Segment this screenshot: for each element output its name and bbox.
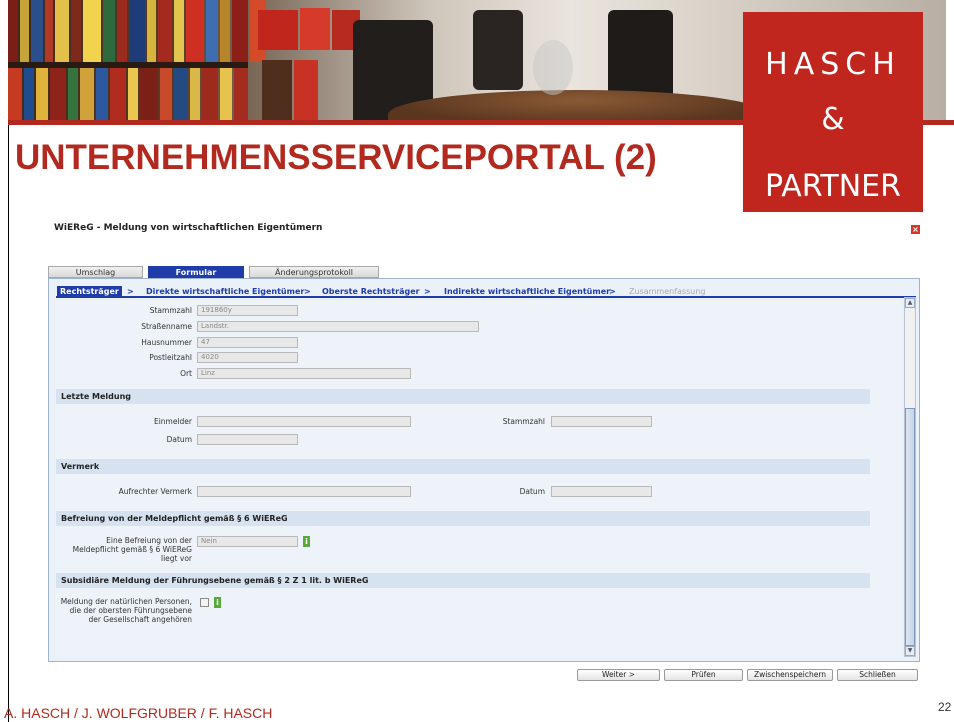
aufrechter-vermerk-label: Aufrechter Vermerk — [118, 487, 192, 496]
logo-line-ampersand: & — [821, 102, 845, 137]
breadcrumb-indirekte-eigentuemer[interactable]: Indirekte wirtschaftliche Eigentümer — [444, 287, 610, 296]
stammzahl-label: Stammzahl — [149, 306, 192, 315]
vermerk-datum-field[interactable] — [551, 486, 652, 497]
slide-title: UNTERNEHMENSSERVICEPORTAL (2) — [15, 138, 657, 177]
vermerk-datum-label: Datum — [519, 487, 545, 496]
breadcrumb-separator: > — [304, 287, 311, 296]
postleitzahl-field[interactable]: 4020 — [197, 352, 298, 363]
subsidiaer-label-line2: die der obersten Führungsebene — [69, 606, 192, 615]
breadcrumb-separator: > — [127, 287, 134, 296]
section-befreiung: Befreiung von der Meldepflicht gemäß § 6… — [56, 511, 870, 526]
stammzahl-field[interactable]: 191860y — [197, 305, 298, 316]
subsidiaer-label-line1: Meldung der natürlichen Personen, — [60, 597, 192, 606]
hausnummer-field[interactable]: 47 — [197, 337, 298, 348]
letzte-meldung-datum-field[interactable] — [197, 434, 298, 445]
schliessen-button[interactable]: Schließen — [837, 669, 918, 681]
befreiung-label-line1: Eine Befreiung von der — [106, 536, 192, 545]
tab-aenderungsprotokoll[interactable]: Änderungsprotokoll — [249, 266, 379, 278]
section-vermerk: Vermerk — [56, 459, 870, 474]
scroll-down-icon[interactable]: ▼ — [905, 646, 915, 656]
hausnummer-label: Hausnummer — [141, 338, 192, 347]
befreiung-label-line2: Meldepflicht gemäß § 6 WiEReG — [72, 545, 192, 554]
tab-formular[interactable]: Formular — [148, 266, 244, 278]
zwischenspeichern-button[interactable]: Zwischenspeichern — [747, 669, 833, 681]
company-logo: HASCH & PARTNER — [743, 12, 923, 212]
befreiung-select[interactable]: Nein — [197, 536, 298, 547]
page-number: 22 — [938, 700, 952, 714]
einmelder-field[interactable] — [197, 416, 411, 427]
letzte-meldung-stammzahl-field[interactable] — [551, 416, 652, 427]
logo-line-hasch: HASCH — [765, 47, 901, 82]
subsidiaer-label-line3: der Gesellschaft angehören — [88, 615, 192, 624]
ort-label: Ort — [180, 369, 192, 378]
letzte-meldung-stammzahl-label: Stammzahl — [502, 417, 545, 426]
strassenname-label: Straßenname — [141, 322, 192, 331]
breadcrumb-rechtstraeger[interactable]: Rechtsträger — [57, 286, 122, 297]
breadcrumb-separator: > — [424, 287, 431, 296]
info-icon[interactable]: i — [303, 536, 310, 547]
aufrechter-vermerk-field[interactable] — [197, 486, 411, 497]
postleitzahl-label: Postleitzahl — [149, 353, 192, 362]
section-subsidiaere-meldung: Subsidiäre Meldung der Führungsebene gem… — [56, 573, 870, 588]
pruefen-button[interactable]: Prüfen — [664, 669, 743, 681]
strassenname-field[interactable]: Landstr. — [197, 321, 479, 332]
app-title: WiEReG - Meldung von wirtschaftlichen Ei… — [54, 223, 323, 233]
breadcrumb-zusammenfassung[interactable]: Zusammenfassung — [629, 287, 705, 296]
befreiung-label-line3: liegt vor — [161, 554, 192, 563]
close-icon[interactable]: × — [911, 225, 920, 234]
weiter-button[interactable]: Weiter > — [577, 669, 660, 681]
scrollbar-thumb[interactable] — [905, 408, 915, 646]
breadcrumb-oberste-rechtstraeger[interactable]: Oberste Rechtsträger — [322, 287, 420, 296]
logo-line-partner: PARTNER — [765, 169, 901, 204]
letzte-meldung-datum-label: Datum — [166, 435, 192, 444]
ort-field[interactable]: Linz — [197, 368, 411, 379]
slide-left-rule — [8, 125, 9, 722]
breadcrumb-direkte-eigentuemer[interactable]: Direkte wirtschaftliche Eigentümer — [146, 287, 304, 296]
info-icon[interactable]: i — [214, 597, 221, 608]
slide-footer: A. HASCH / J. WOLFGRUBER / F. HASCH — [4, 705, 273, 721]
section-letzte-meldung: Letzte Meldung — [56, 389, 870, 404]
breadcrumb-separator: > — [609, 287, 616, 296]
scroll-up-icon[interactable]: ▲ — [905, 298, 915, 308]
einmelder-label: Einmelder — [153, 417, 192, 426]
subsidiaer-checkbox[interactable] — [200, 598, 209, 607]
tab-umschlag[interactable]: Umschlag — [48, 266, 143, 278]
